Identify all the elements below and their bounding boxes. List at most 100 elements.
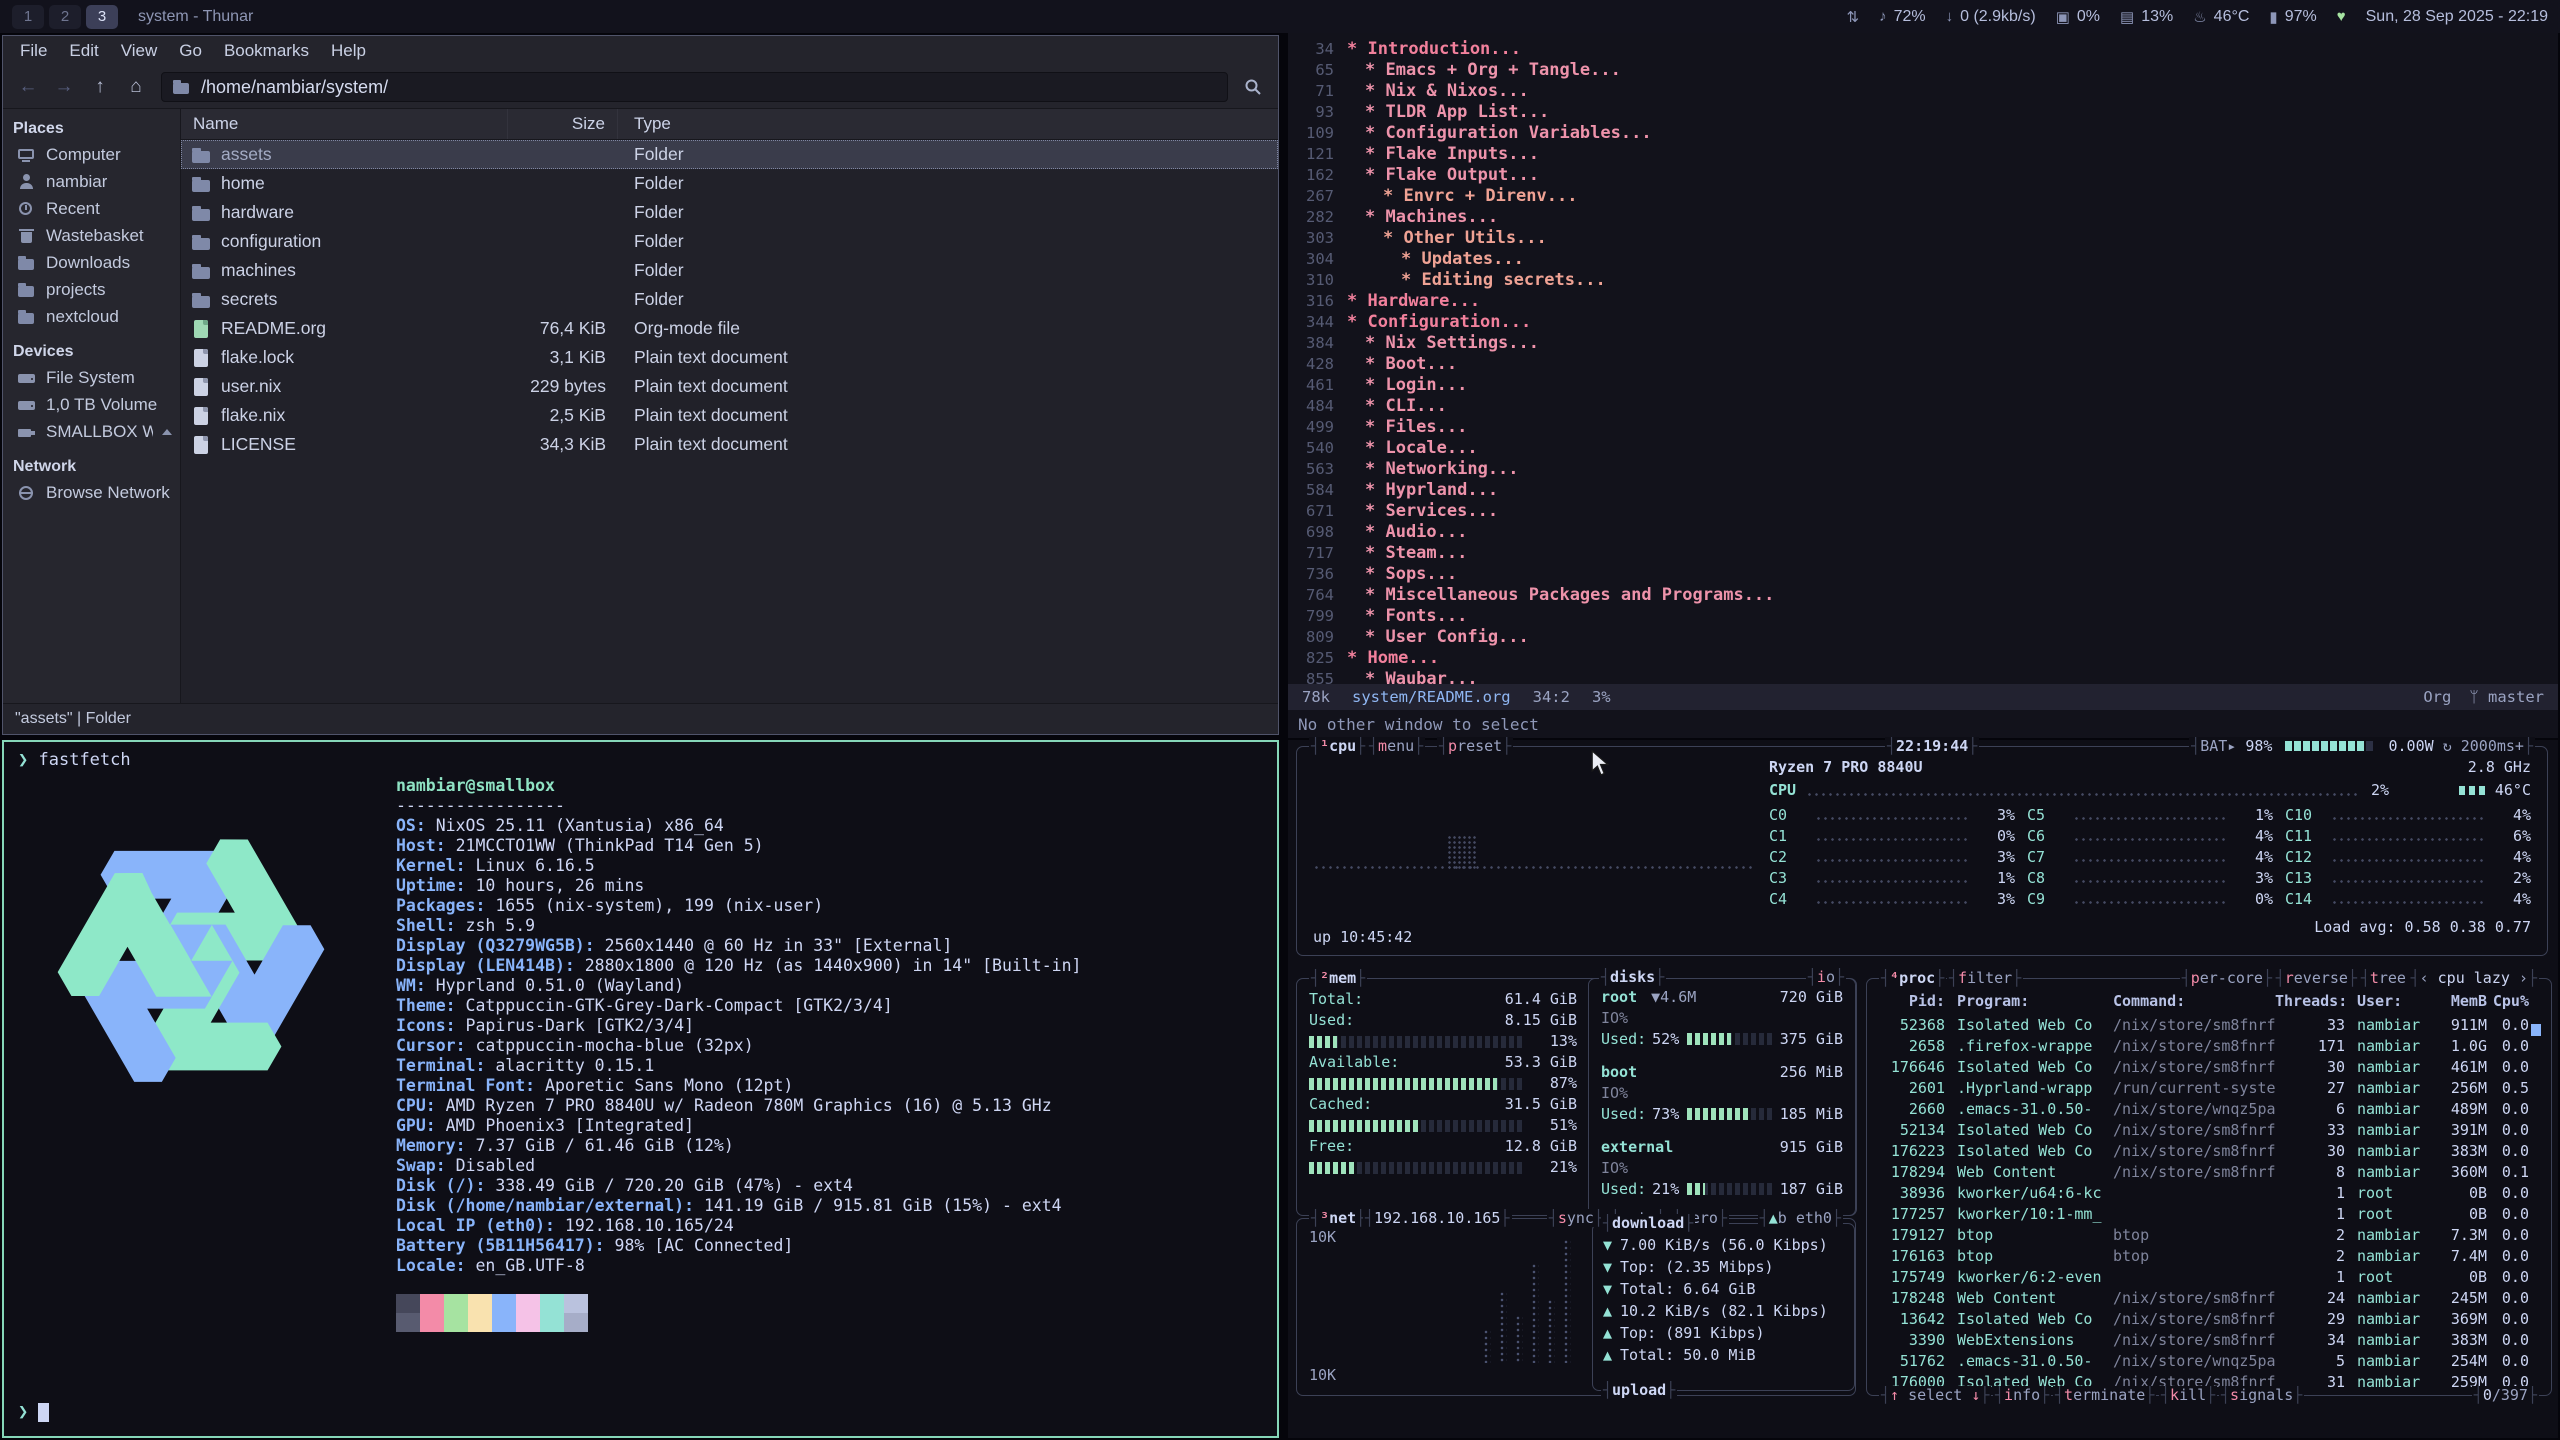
process-row-178294[interactable]: 178294Web Content/nix/store/sm8fnrf3wps4…: [1879, 1162, 2541, 1183]
menu-help[interactable]: Help: [320, 36, 377, 66]
sidebar-item-browse-network[interactable]: Browse Network: [3, 479, 180, 506]
proc-col-command[interactable]: Command:: [2103, 991, 2275, 1012]
net-stat-line: ▲Total: 50.0 MiB: [1603, 1344, 1843, 1366]
org-heading-line: 282* Machines...: [1288, 206, 2558, 227]
emacs-modeline: 78k system/README.org 34:2 3% Org ᛘ mast…: [1288, 684, 2558, 710]
emacs-buffer[interactable]: 34* Introduction...65* Emacs + Org + Tan…: [1288, 33, 2558, 684]
path-text: /home/nambiar/system/: [201, 77, 388, 98]
file-row-hardware[interactable]: hardwareFolder: [181, 198, 1278, 227]
org-heading: * Boot...: [1365, 354, 1457, 374]
path-bar[interactable]: /home/nambiar/system/: [161, 72, 1228, 102]
module-tray: ⇅: [1846, 8, 1859, 26]
process-row-13642[interactable]: 13642Isolated Web Co/nix/store/sm8fnrf3w…: [1879, 1309, 2541, 1330]
file-row-home[interactable]: homeFolder: [181, 169, 1278, 198]
proc-toggle-per-core[interactable]: ┤per-core├: [2180, 969, 2274, 987]
preset-button[interactable]: ┤preset├: [1437, 737, 1513, 755]
proc-col-threads[interactable]: Threads:: [2275, 991, 2345, 1012]
process-row-52368[interactable]: 52368Isolated Web Co/nix/store/sm8fnrf3w…: [1879, 1015, 2541, 1036]
info-value: Disabled: [456, 1156, 535, 1175]
file-row-machines[interactable]: machinesFolder: [181, 256, 1278, 285]
home-button[interactable]: ⌂: [119, 72, 153, 102]
proc-col-program[interactable]: Program:: [1945, 991, 2103, 1012]
column-header-type[interactable]: Type: [618, 109, 1278, 139]
sidebar-item-wastebasket[interactable]: Wastebasket: [3, 222, 180, 249]
process-row-2658[interactable]: 2658.firefox-wrappe/nix/store/sm8fnrf3wp…: [1879, 1036, 2541, 1057]
up-button[interactable]: ↑: [83, 72, 117, 102]
menu-file[interactable]: File: [9, 36, 58, 66]
file-row-flake.lock[interactable]: flake.lock3,1 KiBPlain text document: [181, 343, 1278, 372]
workspace-button-3[interactable]: 3: [86, 5, 118, 29]
process-row-178248[interactable]: 178248Web Content/nix/store/sm8fnrf3wps4…: [1879, 1288, 2541, 1309]
process-row-51762[interactable]: 51762.emacs-31.0.50-/nix/store/wnqz5pa8r…: [1879, 1351, 2541, 1372]
process-row-177257[interactable]: 177257kworker/10:1-mm_1root0B0.0: [1879, 1204, 2541, 1225]
workspace-button-1[interactable]: 1: [12, 5, 44, 29]
file-row-user.nix[interactable]: user.nix229 bytesPlain text document: [181, 372, 1278, 401]
sidebar-item-projects[interactable]: projects: [3, 276, 180, 303]
proc-key-select[interactable]: ┤↑ select ↓├: [1879, 1386, 1991, 1404]
search-button[interactable]: [1236, 72, 1270, 102]
file-row-secrets[interactable]: secretsFolder: [181, 285, 1278, 314]
file-row-configuration[interactable]: configurationFolder: [181, 227, 1278, 256]
file-icon: [191, 377, 213, 397]
proc-col-user[interactable]: User:: [2345, 991, 2431, 1012]
fastfetch-info-line: Locale: en_GB.UTF-8: [396, 1256, 1081, 1276]
cpu-graph-cluster: [1447, 835, 1477, 869]
io-toggle[interactable]: ┤io├: [1806, 969, 1846, 987]
net-toggle-sync[interactable]: ┤sync├: [1547, 1209, 1605, 1227]
proc-key-kill[interactable]: ┤kill├: [2159, 1386, 2217, 1404]
sidebar-item-computer[interactable]: Computer: [3, 141, 180, 168]
sidebar-item-nextcloud[interactable]: nextcloud: [3, 303, 180, 330]
process-row-2601[interactable]: 2601.Hyprland-wrapp/run/current-system/s…: [1879, 1078, 2541, 1099]
sort-selector[interactable]: ┤‹ cpu lazy ›├: [2409, 969, 2539, 987]
terminal-window[interactable]: ❯ fastfetch nambiar@smallbox------------…: [2, 740, 1279, 1438]
color-swatch: [492, 1294, 516, 1313]
process-row-3390[interactable]: 3390WebExtensions/nix/store/sm8fnrf3wps4…: [1879, 1330, 2541, 1351]
proc-key-info[interactable]: ┤info├: [1993, 1386, 2051, 1404]
file-row-flake.nix[interactable]: flake.nix2,5 KiBPlain text document: [181, 401, 1278, 430]
process-row-52134[interactable]: 52134Isolated Web Co/nix/store/sm8fnrf3w…: [1879, 1120, 2541, 1141]
filter-button[interactable]: ┤filter├: [1947, 969, 2023, 987]
info-value: Papirus-Dark [GTK2/3/4]: [466, 1016, 694, 1035]
emacs-window[interactable]: 34* Introduction...65* Emacs + Org + Tan…: [1288, 33, 2558, 738]
proc-key-terminate[interactable]: ┤terminate├: [2053, 1386, 2156, 1404]
net-interface[interactable]: ┤▲b eth0├: [1758, 1209, 1843, 1227]
file-list[interactable]: assetsFolderhomeFolderhardwareFolderconf…: [181, 140, 1278, 703]
fastfetch-info-line: WM: Hyprland 0.51.0 (Wayland): [396, 976, 1081, 996]
process-row-175749[interactable]: 175749kworker/6:2-even1root0B0.0: [1879, 1267, 2541, 1288]
menu-bookmarks[interactable]: Bookmarks: [213, 36, 320, 66]
workspace-button-2[interactable]: 2: [49, 5, 81, 29]
menu-go[interactable]: Go: [168, 36, 213, 66]
module-heart: ♥: [2337, 8, 2346, 25]
process-row-176163[interactable]: 176163btopbtop2nambiar7.4M0.0: [1879, 1246, 2541, 1267]
file-row-readme.org[interactable]: README.org76,4 KiBOrg-mode file: [181, 314, 1278, 343]
sidebar-item-file-system[interactable]: File System: [3, 364, 180, 391]
menu-edit[interactable]: Edit: [58, 36, 109, 66]
proc-toggle-reverse[interactable]: ┤reverse├: [2274, 969, 2359, 987]
sidebar-item-label: 1,0 TB Volume: [46, 395, 157, 415]
file-row-assets[interactable]: assetsFolder: [181, 140, 1278, 169]
proc-col-cpu[interactable]: Cpu%: [2487, 991, 2529, 1012]
sidebar-item-downloads[interactable]: Downloads: [3, 249, 180, 276]
proc-col-memb[interactable]: MemB: [2431, 991, 2487, 1012]
proc-key-signals[interactable]: ┤signals├: [2219, 1386, 2304, 1404]
sidebar-item-nambiar[interactable]: nambiar: [3, 168, 180, 195]
btop-window[interactable]: ┤¹cpu├┤menu├┤preset├┤22:19:44├┤BAT▸ 98% …: [1288, 740, 2558, 1438]
sidebar-item-1-0-tb-volume[interactable]: 1,0 TB Volume: [3, 391, 180, 418]
column-header-size[interactable]: Size: [508, 109, 618, 139]
forward-button[interactable]: →: [47, 72, 81, 102]
file-row-license[interactable]: LICENSE34,3 KiBPlain text document: [181, 430, 1278, 459]
back-button[interactable]: ←: [11, 72, 45, 102]
process-row-38936[interactable]: 38936kworker/u64:6-kc1root0B0.0: [1879, 1183, 2541, 1204]
process-row-179127[interactable]: 179127btopbtop2nambiar7.3M0.0: [1879, 1225, 2541, 1246]
sidebar-item-smallbox-wi-[interactable]: SMALLBOX Wi...: [3, 418, 180, 445]
process-row-2660[interactable]: 2660.emacs-31.0.50-/nix/store/wnqz5pa8ra…: [1879, 1099, 2541, 1120]
column-header-name[interactable]: Name: [181, 109, 508, 139]
menu-view[interactable]: View: [110, 36, 169, 66]
process-row-176223[interactable]: 176223Isolated Web Co/nix/store/sm8fnrf3…: [1879, 1141, 2541, 1162]
fastfetch-info-line: CPU: AMD Ryzen 7 PRO 8840U w/ Radeon 780…: [396, 1096, 1081, 1116]
proc-col-pid[interactable]: Pid:: [1879, 991, 1945, 1012]
process-row-176646[interactable]: 176646Isolated Web Co/nix/store/sm8fnrf3…: [1879, 1057, 2541, 1078]
eject-icon[interactable]: [162, 429, 172, 435]
menu-button[interactable]: ┤menu├: [1367, 737, 1425, 755]
sidebar-item-recent[interactable]: Recent: [3, 195, 180, 222]
